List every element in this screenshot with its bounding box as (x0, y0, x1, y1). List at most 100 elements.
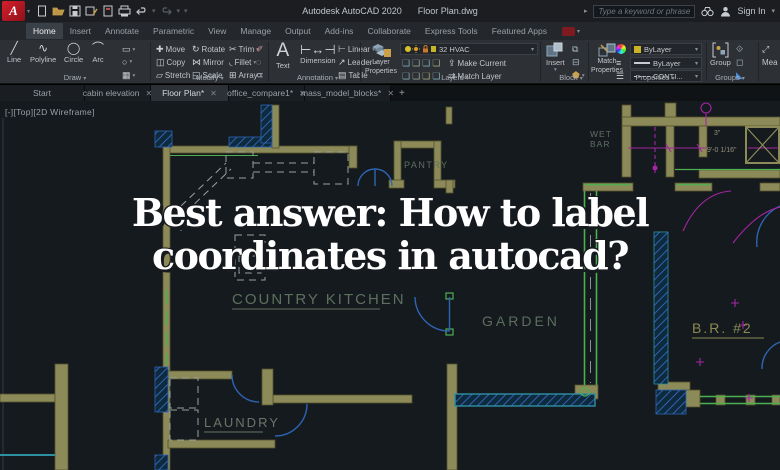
user-icon[interactable] (720, 6, 731, 17)
autocad-logo[interactable]: A (2, 1, 25, 21)
xref-icon[interactable] (102, 5, 114, 17)
tool-explode[interactable]: ◌ (256, 57, 261, 67)
window-title: Autodesk AutoCAD 2020 Floor Plan.dwg (302, 0, 478, 22)
file-tab-office-compare[interactable]: office_compare1* ✕ (227, 85, 306, 101)
tool-hatch[interactable]: ▦ ▾ (122, 70, 135, 81)
quick-access-toolbar: ▾ ▾ ▾ (36, 5, 188, 17)
close-icon[interactable]: ✕ (210, 89, 217, 98)
tool-dimension[interactable]: ⊢↔⊣ Dimension (300, 43, 336, 65)
rectangle-icon: ▭ (122, 44, 131, 54)
color-wheel-icon[interactable] (616, 44, 626, 54)
overlay-title-line1: Best answer: How to label (131, 190, 650, 235)
qat-dropdown-icon[interactable]: ▾ (184, 7, 188, 15)
tool-copy[interactable]: ◫ Copy (156, 57, 185, 68)
tool-fillet[interactable]: ◟ Fillet ▾ (229, 57, 256, 68)
file-tab-cabin-elevation[interactable]: cabin elevation ✕ (83, 85, 152, 101)
ribbon-tab-annotate[interactable]: Annotate (98, 23, 146, 39)
tool-trim[interactable]: ✂ Trim ▾ (229, 44, 259, 55)
plot-icon[interactable] (118, 5, 131, 17)
ribbon-tab-home[interactable]: Home (26, 23, 63, 39)
mirror-icon: ⋈ (192, 57, 201, 67)
explode-icon: ◌ (256, 57, 262, 67)
make-current-button[interactable]: ⇪ Make Current (448, 58, 506, 69)
skylight-xbox-symbol (745, 126, 780, 164)
tool-insert-block[interactable]: Insert ▾ (546, 42, 565, 73)
search-binoculars-icon[interactable] (701, 6, 715, 17)
ribbon-tab-featured-apps[interactable]: Featured Apps (485, 23, 554, 39)
color-swatch (634, 45, 641, 53)
group-edit-tool[interactable]: ◻ (736, 57, 743, 68)
label-laundry: LAUNDRY (204, 415, 280, 430)
insert-block-icon (546, 42, 563, 57)
tool-layer-properties[interactable]: Layer Properties (364, 42, 398, 76)
tool-polyline[interactable]: ∿ Polyline (30, 42, 56, 65)
color-dropdown[interactable]: ByLayer ▾ (630, 43, 702, 55)
offset-icon: ⊂ (256, 70, 264, 80)
tool-rectangle[interactable]: ▭ ▾ (122, 44, 135, 55)
ribbon-tab-insert[interactable]: Insert (63, 23, 98, 39)
panel-label-modify[interactable]: Modify ▾ (175, 73, 245, 82)
undo-icon[interactable] (135, 5, 148, 17)
tool-group[interactable]: Group (710, 42, 731, 67)
new-file-icon[interactable] (36, 5, 48, 17)
search-input[interactable] (593, 4, 696, 18)
tool-move[interactable]: ✚ Move (156, 44, 185, 55)
file-tab-floor-plan[interactable]: Floor Plan* ✕ (151, 85, 229, 101)
tool-erase[interactable]: ✐ (256, 44, 264, 55)
layer-dropdown[interactable]: 32 HVAC ▾ (400, 43, 538, 55)
redo-caret-icon[interactable]: ▾ (177, 7, 181, 15)
panel-label-draw[interactable]: Draw ▾ (40, 73, 110, 82)
redo-icon[interactable] (160, 5, 173, 17)
save-as-icon[interactable] (85, 5, 98, 17)
arc-icon: ⌒ (92, 41, 105, 55)
tool-arc[interactable]: ⌒ Arc (92, 41, 105, 65)
screencast-caret-icon: ▾ (576, 28, 580, 35)
tool-rotate[interactable]: ↻ Rotate (192, 44, 225, 55)
file-tab-mass-model-blocks[interactable]: mass_model_blocks* ✕ (301, 85, 394, 101)
screencast-tool[interactable]: ▾ (561, 26, 580, 36)
ribbon-tab-collaborate[interactable]: Collaborate (360, 23, 417, 39)
tool-text[interactable]: A Text (276, 41, 290, 71)
lineweight-sample (634, 62, 650, 64)
tool-offset[interactable]: ⊂ (256, 70, 264, 81)
search-expand-icon[interactable]: ▸ (584, 7, 588, 15)
tool-circle[interactable]: ◯ Circle (64, 42, 83, 65)
open-folder-icon[interactable] (52, 5, 65, 17)
autocad-window: PANTRY COUNTRY KITCHEN GARDEN B.R. #2 LA… (0, 0, 780, 470)
ribbon-tab-addins[interactable]: Add-ins (318, 23, 361, 39)
block-attrs-tool[interactable]: ⊟ (572, 57, 580, 68)
save-icon[interactable] (69, 5, 81, 17)
ribbon-tab-output[interactable]: Output (278, 23, 318, 39)
label-bedroom: B.R. #2 (692, 320, 753, 336)
sign-in-link[interactable]: Sign In (737, 6, 765, 16)
ribbon-tab-manage[interactable]: Manage (233, 23, 278, 39)
panel-label-groups[interactable]: Groups ▾ (700, 73, 760, 82)
ellipse-icon: ○ (122, 57, 128, 67)
panel-label-annotation[interactable]: Annotation ▾ (280, 73, 355, 82)
label-garden: GARDEN (482, 313, 560, 329)
new-tab-button[interactable]: + (391, 85, 413, 101)
app-menu-caret-icon[interactable]: ▾ (27, 8, 30, 15)
lineweight-dropdown[interactable]: ByLayer ▾ (630, 57, 702, 69)
ribbon-tab-view[interactable]: View (201, 23, 233, 39)
layer-color-swatch (431, 46, 436, 52)
tool-mirror[interactable]: ⋈ Mirror (192, 57, 224, 68)
titlebar-more-icon[interactable]: ▾ (771, 7, 775, 15)
tool-ellipse[interactable]: ○ ▾ (122, 57, 132, 67)
fillet-icon: ◟ (229, 57, 233, 67)
ribbon-tab-parametric[interactable]: Parametric (146, 23, 201, 39)
file-tab-start[interactable]: Start (0, 85, 85, 101)
panel-label-properties[interactable]: Properties ▾ (615, 73, 695, 82)
undo-caret-icon[interactable]: ▾ (152, 7, 156, 15)
ungroup-tool[interactable]: ⟐ (736, 44, 743, 55)
block-edit-tool[interactable]: ⧉ (572, 44, 578, 55)
ribbon-tab-express-tools[interactable]: Express Tools (418, 23, 485, 39)
copy-icon: ◫ (156, 57, 165, 67)
document-title: Floor Plan.dwg (417, 6, 478, 16)
tool-line[interactable]: ╱ Line (7, 42, 21, 65)
panel-label-layers[interactable]: Layers ▾ (420, 73, 490, 82)
label-kitchen: COUNTRY KITCHEN (232, 291, 406, 308)
tool-measure[interactable]: ⤢ (762, 44, 769, 55)
viewport-controls[interactable]: [-][Top][2D Wireframe] (5, 107, 95, 117)
screencast-icon (561, 26, 575, 36)
